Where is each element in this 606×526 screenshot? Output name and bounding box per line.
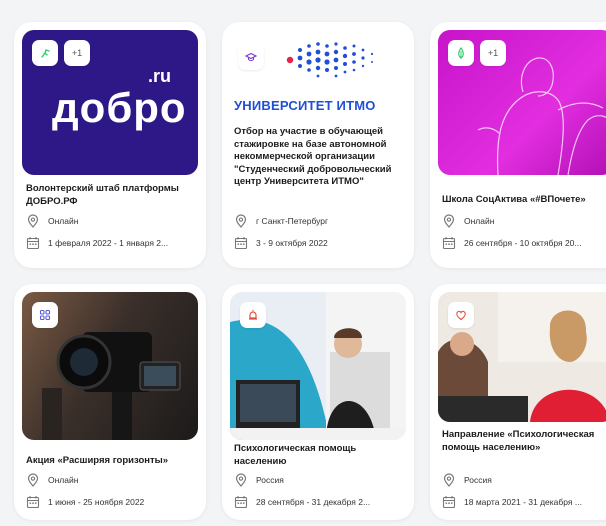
dates-text: 26 сентября - 10 октября 20... (464, 238, 582, 248)
event-card-psych-help[interactable]: Психологическая помощь населению Россия … (222, 284, 414, 520)
calendar-icon (442, 495, 456, 509)
event-image: УНИВЕРСИТЕТ ИТМО (230, 30, 406, 120)
event-dates: 28 сентября - 31 декабря 2... (234, 495, 370, 509)
event-location: Россия (442, 473, 492, 487)
itmo-logo-text: УНИВЕРСИТЕТ ИТМО (234, 98, 376, 113)
location-text: Россия (256, 475, 284, 485)
dates-text: 1 февраля 2022 - 1 января 2... (48, 238, 169, 248)
calendar-icon (234, 236, 248, 250)
calendar-icon (26, 236, 40, 250)
location-pin-icon (26, 473, 40, 487)
graduation-cap-icon (238, 44, 264, 70)
event-image: .ru добро +1 (22, 30, 198, 175)
event-title[interactable]: Школа СоцАктива «#ВПочете» (442, 194, 606, 207)
event-location: Онлайн (26, 473, 78, 487)
event-location: Россия (234, 473, 284, 487)
event-card-school[interactable]: +1 Школа СоцАктива «#ВПочете» Онлайн 26 … (430, 22, 606, 268)
calendar-icon (26, 495, 40, 509)
event-card-horizons[interactable]: Акция «Расширяя горизонты» Онлайн 1 июня… (14, 284, 206, 520)
event-title[interactable]: Волонтерский штаб платформы ДОБРО.РФ (26, 183, 196, 208)
location-pin-icon (442, 214, 456, 228)
event-card-itmo[interactable]: УНИВЕРСИТЕТ ИТМО Отбор на участие в обуч… (222, 22, 414, 268)
location-pin-icon (234, 214, 248, 228)
location-text: г Санкт-Петербург (256, 216, 329, 226)
event-image (230, 292, 406, 440)
leaf-icon (448, 40, 474, 66)
event-location: г Санкт-Петербург (234, 214, 328, 228)
event-dates: 1 февраля 2022 - 1 января 2... (26, 236, 168, 250)
event-dates: 3 - 9 октября 2022 (234, 236, 328, 250)
dates-text: 28 сентября - 31 декабря 2... (256, 497, 371, 507)
event-image (438, 292, 606, 422)
grid-icon (32, 302, 58, 328)
itmo-dots-logo (286, 42, 374, 78)
location-text: Онлайн (464, 216, 495, 226)
event-dates: 26 сентября - 10 октября 20... (442, 236, 582, 250)
event-dates: 1 июня - 25 ноября 2022 (26, 495, 144, 509)
event-title[interactable]: Психологическая помощь населению (234, 443, 384, 468)
event-location: Онлайн (442, 214, 494, 228)
event-card-psych-direction[interactable]: Направление «Психологическая помощь насе… (430, 284, 606, 520)
event-dates: 18 марта 2021 - 31 декабря ... (442, 495, 582, 509)
location-text: Онлайн (48, 216, 79, 226)
dates-text: 3 - 9 октября 2022 (256, 238, 328, 248)
location-pin-icon (234, 473, 248, 487)
logo-dobro-big: добро (52, 84, 187, 131)
dates-text: 18 марта 2021 - 31 декабря ... (464, 497, 582, 507)
extra-count-badge: +1 (480, 40, 506, 66)
event-image: +1 (438, 30, 606, 175)
location-pin-icon (442, 473, 456, 487)
alarm-icon (240, 302, 266, 328)
location-text: Онлайн (48, 475, 79, 485)
event-location: Онлайн (26, 214, 78, 228)
dates-text: 1 июня - 25 ноября 2022 (48, 497, 145, 507)
extra-count-badge: +1 (64, 40, 90, 66)
location-text: Россия (464, 475, 492, 485)
run-icon (32, 40, 58, 66)
calendar-icon (442, 236, 456, 250)
event-image (22, 292, 198, 440)
location-pin-icon (26, 214, 40, 228)
event-card-dobro[interactable]: .ru добро +1 Волонтерский штаб платформы… (14, 22, 206, 268)
heart-icon (448, 302, 474, 328)
event-title[interactable]: Направление «Психологическая помощь насе… (442, 429, 606, 454)
event-title[interactable]: Отбор на участие в обучающей стажировке … (234, 126, 406, 189)
calendar-icon (234, 495, 248, 509)
events-grid: .ru добро +1 Волонтерский штаб платформы… (0, 0, 606, 526)
event-title[interactable]: Акция «Расширяя горизонты» (26, 455, 202, 468)
